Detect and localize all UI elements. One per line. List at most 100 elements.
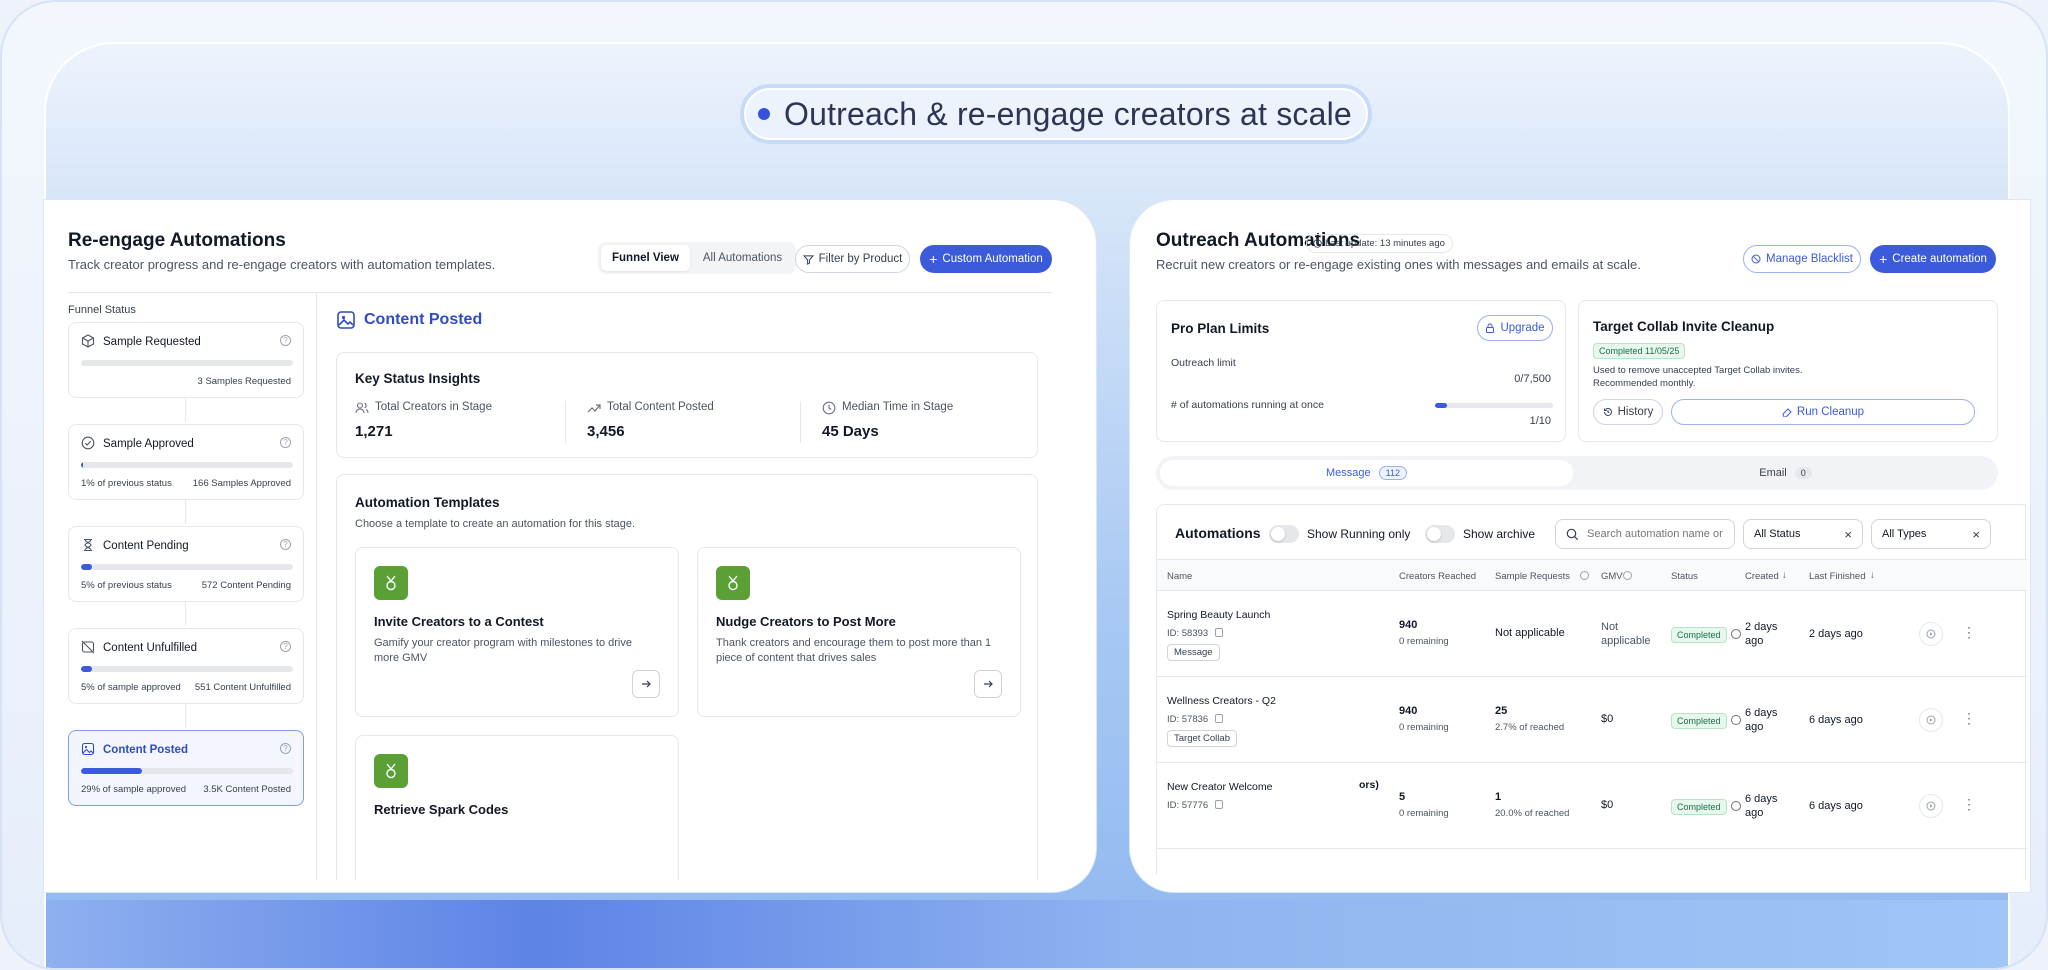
funnel-card[interactable]: Content Pending? 5% of previous status 572… [68,526,304,602]
help-icon[interactable]: ? [280,539,291,550]
funnel-status-heading: Funnel Status [68,304,136,316]
sort-down-icon[interactable]: ↓ [1870,570,1875,581]
automation-id: ID: 58393 [1167,628,1209,639]
table-row[interactable]: Spring Beauty Launch ID: 58393 Message 940 0… [1157,591,2027,677]
help-icon[interactable]: ? [280,641,291,652]
tab-message[interactable]: Message 112 [1160,460,1573,486]
automation-name[interactable]: Wellness Creators - Q2 [1167,695,1276,707]
template-title: Nudge Creators to Post More [716,614,896,629]
help-icon[interactable]: ? [280,335,291,346]
col-name[interactable]: Name [1167,571,1192,582]
type-filter-value: All Types [1882,528,1927,540]
creators-remaining: 0 remaining [1399,722,1449,733]
copy-icon[interactable] [1215,714,1223,723]
manage-blacklist-label: Manage Blacklist [1766,253,1853,265]
table-row[interactable]: New Creator Welcome ID: 57776 5 0 remaining… [1157,763,2027,849]
running-only-toggle[interactable] [1269,525,1299,543]
copy-icon[interactable] [1215,800,1223,809]
created-value: 2 days [1745,621,1778,633]
template-card-contest[interactable]: Invite Creators to a Contest Gamify your… [355,547,679,717]
help-icon [1580,571,1589,580]
tab-funnel-view[interactable]: Funnel View [601,245,690,271]
table-header [1157,559,2027,591]
type-filter[interactable]: All Types × [1871,519,1991,549]
arrow-right-icon[interactable] [974,670,1002,698]
last-finished-value: 2 days ago [1809,628,1863,640]
funnel-progress-bar [81,768,293,774]
view-switcher: Funnel View All Automations [598,242,797,274]
more-options-icon[interactable]: ⋮ [1962,797,1976,811]
upgrade-label: Upgrade [1500,322,1545,334]
col-creators-reached[interactable]: Creators Reached [1399,571,1476,582]
trend-up-icon [587,404,601,413]
play-icon[interactable] [1919,794,1943,818]
status-filter[interactable]: All Status × [1743,519,1863,549]
automation-templates-panel: Automation Templates Choose a template t… [336,474,1038,880]
close-icon[interactable]: × [1844,527,1852,542]
funnel-card[interactable]: Sample Approved? 1% of previous status 166… [68,424,304,500]
search-input[interactable] [1587,528,1723,540]
col-status[interactable]: Status [1671,571,1698,582]
table-row[interactable]: Wellness Creators - Q2 ID: 57836 Target Co… [1157,677,2027,763]
info-icon[interactable] [1731,629,1741,639]
tab-all-automations[interactable]: All Automations [692,245,793,271]
help-icon[interactable]: ? [280,743,291,754]
archive-toggle[interactable] [1425,525,1455,543]
close-icon[interactable]: × [1972,527,1980,542]
upgrade-button[interactable]: Upgrade [1477,315,1553,341]
info-icon[interactable] [1731,801,1741,811]
clock-icon [822,401,836,415]
custom-automation-button[interactable]: + Custom Automation [920,245,1052,273]
manage-blacklist-button[interactable]: Manage Blacklist [1743,245,1861,273]
custom-automation-label: Custom Automation [942,253,1043,265]
stat-label: Total Creators in Stage [375,401,492,413]
headline-pill: Outreach & re-engage creators at scale [740,84,1372,144]
template-card-nudge[interactable]: Nudge Creators to Post More Thank creato… [697,547,1021,717]
stat-value: 3,456 [587,423,625,440]
history-label: History [1617,406,1654,418]
history-button[interactable]: History [1593,399,1663,425]
sample-requests: Not applicable [1495,627,1565,639]
play-icon[interactable] [1919,708,1943,732]
filter-label: Filter by Product [818,253,903,265]
funnel-card-name: Content Unfulfilled [103,642,197,654]
tab-label: Message [1326,467,1371,479]
funnel-progress-bar [81,564,293,570]
filter-by-product-button[interactable]: Filter by Product [795,245,910,273]
funnel-card-name: Content Posted [103,744,188,756]
funnel-progress-bar [81,360,293,366]
col-created[interactable]: Created [1745,571,1779,582]
funnel-card[interactable]: Sample Requested? 3 Samples Requested [68,322,304,398]
ban-icon [1751,254,1761,264]
automation-name[interactable]: New Creator Welcome [1167,781,1272,793]
col-sample-requests[interactable]: Sample Requests [1495,571,1570,582]
run-cleanup-button[interactable]: Run Cleanup [1671,399,1975,425]
funnel-card-left-stat: 5% of previous status [81,580,172,591]
sort-down-icon[interactable]: ↓ [1782,570,1787,581]
tab-count-badge: 0 [1794,467,1812,479]
info-icon[interactable] [1731,715,1741,725]
funnel-card-name: Sample Requested [103,336,201,348]
play-icon[interactable] [1919,622,1943,646]
funnel-card[interactable]: Content Posted? 29% of sample approved 3.5… [68,730,304,806]
section-title: Content Posted [364,311,483,328]
automation-id: ID: 57836 [1167,714,1209,725]
running-limit-label: # of automations running at once [1171,399,1324,411]
col-last-finished[interactable]: Last Finished [1809,571,1866,582]
search-box[interactable] [1555,519,1735,549]
copy-icon[interactable] [1215,628,1223,637]
more-options-icon[interactable]: ⋮ [1962,711,1976,725]
template-card-spark-codes[interactable]: Retrieve Spark Codes [355,735,679,880]
funnel-card-left-stat: 29% of sample approved [81,784,187,795]
tab-email[interactable]: Email 0 [1577,460,1994,486]
image-icon [337,311,355,329]
funnel-card-right-stat: 3.5K Content Posted [203,784,291,795]
sample-requests-pct: 2.7% of reached [1495,722,1565,733]
col-gmv[interactable]: GMV [1601,571,1623,582]
more-options-icon[interactable]: ⋮ [1962,625,1976,639]
funnel-card[interactable]: Content Unfulfilled? 5% of sample approve… [68,628,304,704]
help-icon[interactable]: ? [280,437,291,448]
arrow-right-icon[interactable] [632,670,660,698]
create-automation-button[interactable]: + Create automation [1870,245,1996,273]
automation-name[interactable]: Spring Beauty Launch [1167,609,1270,621]
